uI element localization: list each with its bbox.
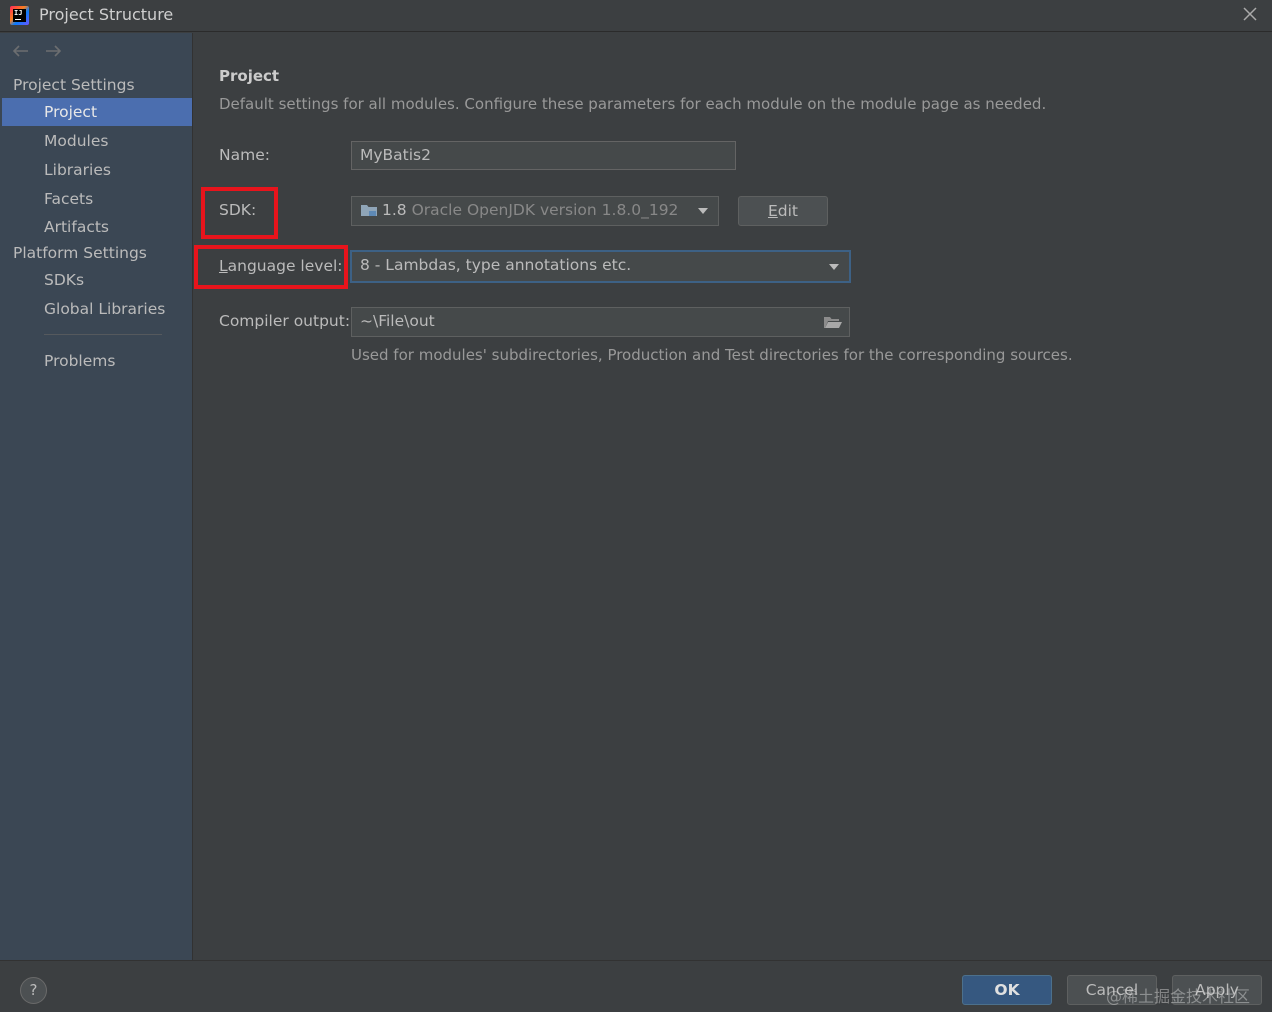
folder-icon	[361, 205, 377, 216]
chevron-down-icon	[829, 264, 839, 270]
ok-button[interactable]: OK	[962, 975, 1052, 1005]
arrow-right-icon[interactable]	[42, 41, 64, 61]
section-platform-settings: Platform Settings	[13, 244, 147, 262]
watermark: @稀土掘金技术社区	[1106, 987, 1251, 1006]
arrow-left-icon[interactable]	[10, 41, 32, 61]
sidebar-item-sdks[interactable]: SDKs	[2, 266, 192, 294]
sidebar-item-modules[interactable]: Modules	[2, 127, 192, 155]
name-field[interactable]: MyBatis2	[351, 141, 736, 170]
sidebar: Project Settings Project Modules Librari…	[0, 33, 193, 960]
compiler-output-label: Compiler output:	[219, 312, 351, 330]
sidebar-item-project[interactable]: Project	[2, 98, 192, 126]
title-bar: IJ Project Structure	[0, 0, 1272, 32]
sidebar-item-global-libraries[interactable]: Global Libraries	[2, 295, 192, 323]
chevron-down-icon	[698, 208, 708, 214]
nav-arrows	[10, 41, 70, 61]
sidebar-item-artifacts[interactable]: Artifacts	[2, 213, 192, 241]
language-level-value: 8 - Lambdas, type annotations etc.	[360, 256, 632, 274]
browse-folder-icon[interactable]	[823, 315, 843, 329]
close-icon[interactable]	[1240, 4, 1260, 24]
compiler-output-hint: Used for modules' subdirectories, Produc…	[351, 346, 1073, 364]
compiler-output-field[interactable]: ~\File\out	[351, 307, 850, 337]
dialog-footer: ? OK Cancel Apply @稀土掘金技术社区	[0, 960, 1272, 1012]
intellij-idea-icon: IJ	[10, 6, 29, 25]
page-title: Project	[219, 67, 280, 85]
sidebar-item-libraries[interactable]: Libraries	[2, 156, 192, 184]
sdk-detail: Oracle OpenJDK version 1.8.0_192	[411, 201, 679, 219]
page-description: Default settings for all modules. Config…	[219, 95, 1047, 113]
name-label: Name:	[219, 146, 270, 164]
window-title: Project Structure	[39, 5, 174, 24]
main-panel: Project Default settings for all modules…	[194, 33, 1272, 960]
sidebar-divider	[44, 334, 162, 335]
sidebar-item-problems[interactable]: Problems	[2, 347, 192, 375]
sdk-version: 1.8	[382, 201, 407, 219]
edit-sdk-button[interactable]: Edit	[738, 196, 828, 226]
language-level-dropdown[interactable]: 8 - Lambdas, type annotations etc.	[350, 250, 851, 283]
sdk-label: SDK:	[219, 201, 257, 219]
help-button[interactable]: ?	[20, 977, 47, 1004]
sdk-dropdown[interactable]: 1.8 Oracle OpenJDK version 1.8.0_192	[351, 196, 719, 226]
language-level-label: Language level:	[219, 257, 343, 275]
section-project-settings: Project Settings	[13, 76, 135, 94]
compiler-output-value: ~\File\out	[360, 312, 435, 330]
sidebar-item-facets[interactable]: Facets	[2, 185, 192, 213]
